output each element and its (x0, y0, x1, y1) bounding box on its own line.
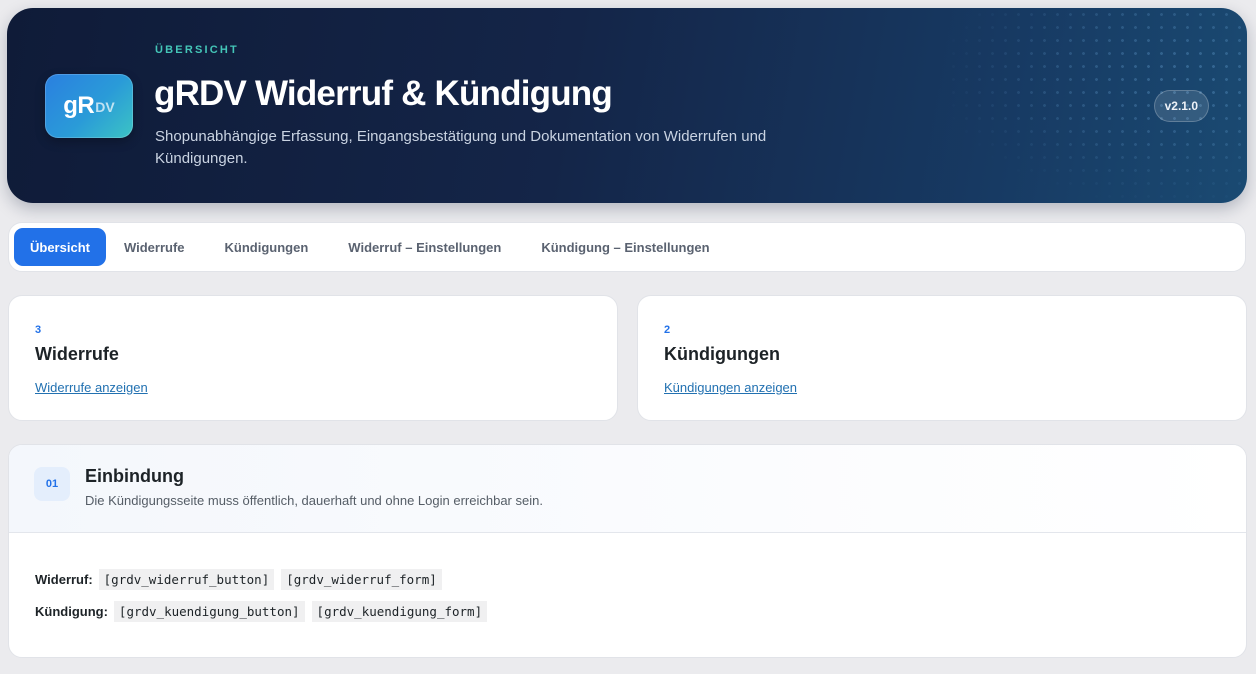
tab-kuendigungen[interactable]: Kündigungen (203, 228, 331, 266)
section-header: 01 Einbindung Die Kündigungsseite muss ö… (9, 445, 1246, 533)
hero-eyebrow: ÜBERSICHT (155, 44, 239, 56)
stat-card-kuendigungen: 2 Kündigungen Kündigungen anzeigen (637, 295, 1247, 421)
shortcode-row-label: Widerruf: (35, 572, 93, 587)
page-subtitle: Shopunabhängige Erfassung, Eingangsbestä… (155, 128, 767, 167)
integration-section: 01 Einbindung Die Kündigungsseite muss ö… (8, 444, 1247, 658)
shortcode: [grdv_widerruf_button] (98, 569, 275, 590)
view-kuendigungen-link[interactable]: Kündigungen anzeigen (664, 380, 797, 395)
step-number-badge: 01 (34, 467, 70, 501)
tab-kuendigung-settings[interactable]: Kündigung – Einstellungen (519, 228, 731, 266)
section-title: Einbindung (85, 466, 184, 486)
tab-widerruf-settings[interactable]: Widerruf – Einstellungen (326, 228, 523, 266)
tab-overview[interactable]: Übersicht (14, 228, 106, 266)
stat-count: 3 (35, 324, 42, 336)
version-badge: v2.1.0 (1153, 90, 1209, 122)
shortcode-row-kuendigung: Kündigung: [grdv_kuendigung_button] [grd… (35, 601, 494, 622)
logo-main-text: gR (63, 92, 95, 119)
logo-sub-text: DV (95, 99, 115, 115)
shortcode: [grdv_kuendigung_form] (311, 601, 488, 622)
hero-header: gR DV ÜBERSICHT gRDV Widerruf & Kündigung… (7, 8, 1247, 203)
stat-card-widerrufe: 3 Widerrufe Widerrufe anzeigen (8, 295, 618, 421)
section-description: Die Kündigungsseite muss öffentlich, dau… (85, 493, 543, 508)
page-title: gRDV Widerruf & Kündigung (154, 74, 613, 113)
shortcode: [grdv_widerruf_form] (281, 569, 442, 590)
tab-bar: Übersicht Widerrufe Kündigungen Widerruf… (8, 222, 1246, 272)
view-widerrufe-link[interactable]: Widerrufe anzeigen (35, 380, 148, 395)
stat-count: 2 (664, 324, 671, 336)
tab-widerrufe[interactable]: Widerrufe (102, 228, 207, 266)
shortcode: [grdv_kuendigung_button] (113, 601, 305, 622)
shortcode-row-label: Kündigung: (35, 604, 108, 619)
stat-label: Widerrufe (35, 344, 119, 364)
shortcode-row-widerruf: Widerruf: [grdv_widerruf_button] [grdv_w… (35, 569, 449, 590)
stat-label: Kündigungen (664, 344, 780, 364)
app-logo: gR DV (45, 74, 133, 138)
